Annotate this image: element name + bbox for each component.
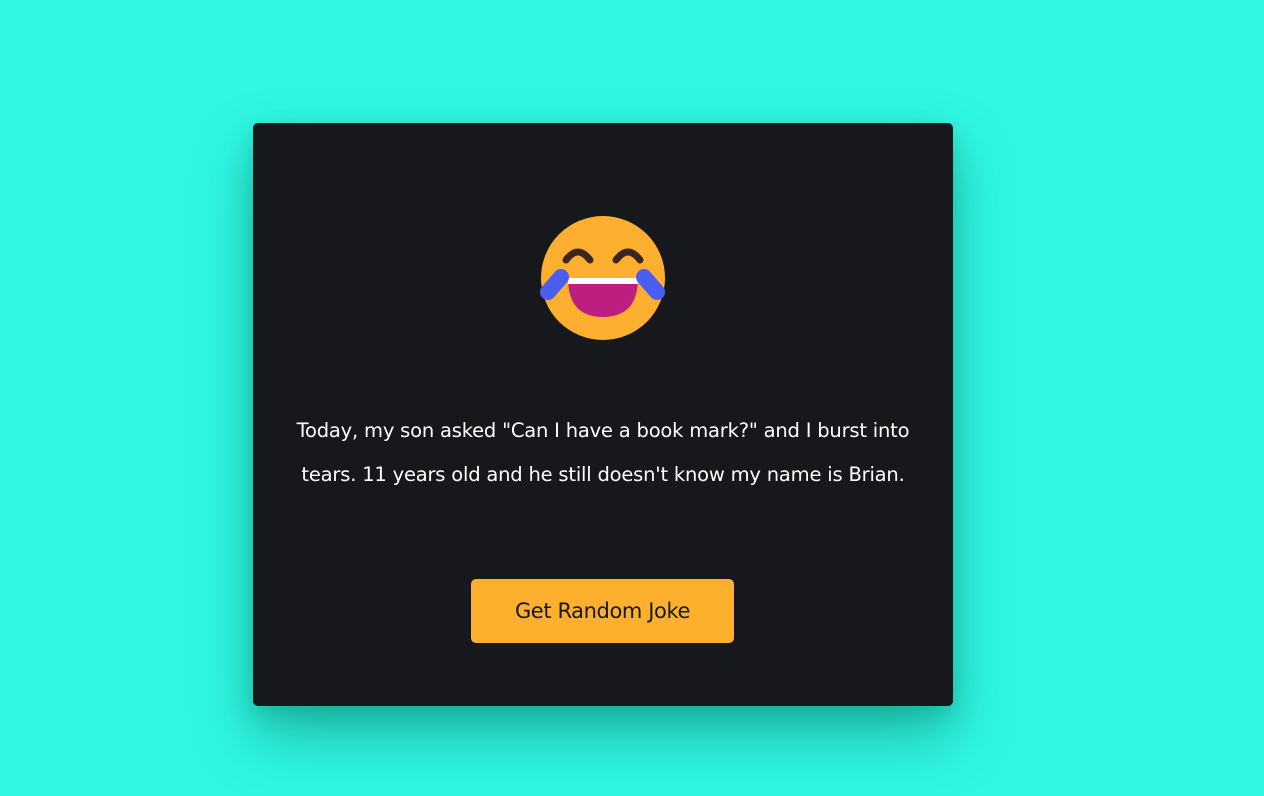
get-random-joke-button[interactable]: Get Random Joke bbox=[471, 579, 734, 643]
joke-text: Today, my son asked "Can I have a book m… bbox=[296, 419, 910, 486]
face-with-tears-of-joy-icon bbox=[540, 216, 665, 340]
